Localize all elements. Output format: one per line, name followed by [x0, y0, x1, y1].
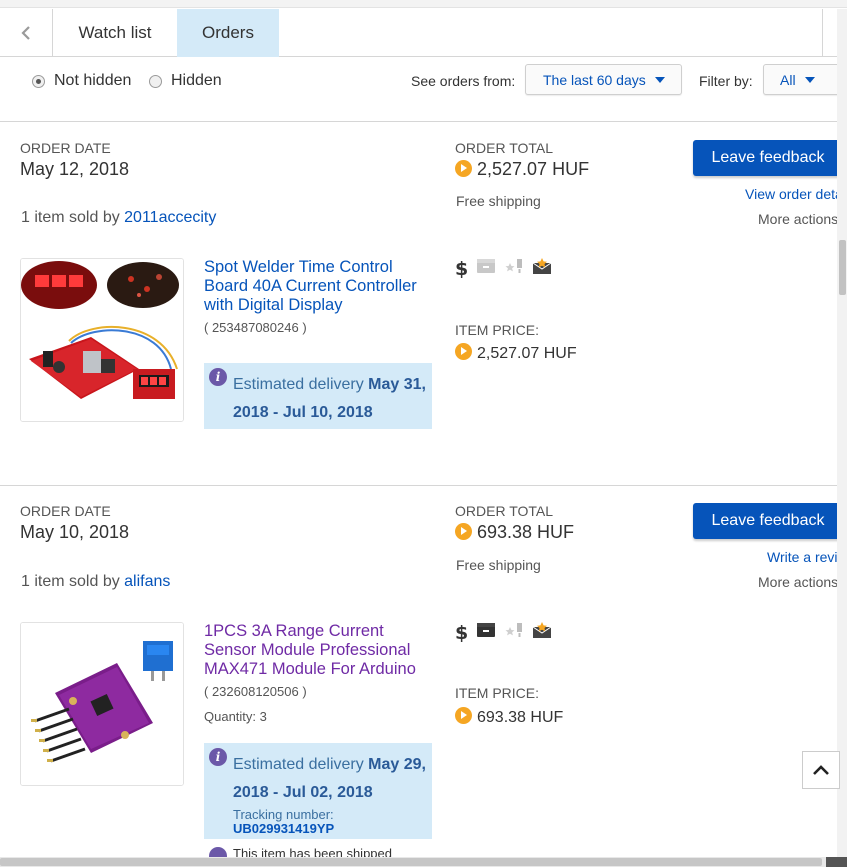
seller-link[interactable]: 2011accecity: [124, 209, 216, 226]
browser-top-strip: [0, 0, 847, 8]
item-title-link[interactable]: Spot Welder Time Control Board 40A Curre…: [204, 258, 436, 315]
info-icon: i: [209, 368, 227, 386]
chevron-up-icon: [813, 765, 829, 775]
estimated-delivery-box: i Estimated delivery May 31, 2018 - Jul …: [204, 363, 432, 429]
back-button[interactable]: [0, 9, 53, 57]
shipped-note: This item has been shipped: [204, 847, 432, 857]
sold-by-prefix: 1 item sold by: [21, 209, 125, 226]
filter-bar: Not hidden Hidden See orders from: The l…: [0, 60, 841, 122]
star-feedback-icon[interactable]: [504, 257, 524, 280]
order-card: ORDER DATE May 12, 2018 1 item sold by 2…: [0, 123, 843, 486]
scrollbar-corner: [826, 857, 847, 867]
spot-welder-board-image: [21, 259, 183, 421]
star-feedback-icon[interactable]: [504, 621, 524, 644]
horizontal-scroll-thumb[interactable]: [0, 858, 822, 866]
estimated-delivery-box: i Estimated delivery May 29, 2018 - Jul …: [204, 743, 432, 839]
package-icon[interactable]: [476, 258, 496, 279]
estimated-delivery-text: Estimated delivery May 29, 2018 - Jul 02…: [233, 751, 432, 807]
dollar-icon[interactable]: $: [455, 622, 468, 644]
current-sensor-module-image: [21, 623, 183, 785]
item-quantity: Quantity: 3: [204, 709, 267, 724]
radio-not-hidden[interactable]: Not hidden: [32, 72, 131, 90]
view-order-details-link[interactable]: View order deta: [745, 186, 843, 202]
leave-feedback-button[interactable]: Leave feedback: [693, 503, 843, 539]
estimated-delivery-prefix: Estimated delivery: [233, 756, 369, 773]
item-price-value: 2,527.07 HUF: [477, 345, 577, 362]
seller-link[interactable]: alifans: [124, 573, 170, 590]
vertical-scrollbar[interactable]: [837, 9, 847, 860]
filter-value: All: [780, 71, 796, 88]
tab-bar: Watch list Orders: [0, 9, 837, 57]
chevron-left-icon: [21, 26, 30, 40]
item-price: 2,527.07 HUF: [455, 343, 577, 363]
more-actions-link[interactable]: More actions: [758, 574, 838, 590]
radio-not-hidden-label: Not hidden: [54, 72, 132, 89]
order-total-label: ORDER TOTAL: [455, 140, 554, 156]
order-date: May 10, 2018: [20, 522, 130, 542]
tab-watch-list[interactable]: Watch list: [53, 9, 177, 57]
date-range-dropdown[interactable]: The last 60 days: [525, 64, 682, 95]
radio-hidden[interactable]: Hidden: [149, 72, 222, 90]
currency-coin-icon: [455, 523, 472, 540]
more-actions-link[interactable]: More actions: [758, 211, 838, 227]
radio-selected-icon: [32, 74, 45, 88]
shipping-info: Free shipping: [456, 557, 541, 573]
sold-by-prefix: 1 item sold by: [21, 573, 125, 590]
radio-hidden-label: Hidden: [171, 72, 222, 89]
item-number: ( 232608120506 ): [204, 684, 307, 699]
estimated-delivery-text: Estimated delivery May 31, 2018 - Jul 10…: [233, 371, 432, 427]
tab-orders[interactable]: Orders: [177, 9, 279, 57]
filter-by-label: Filter by:: [699, 73, 753, 89]
package-icon[interactable]: [476, 622, 496, 643]
order-date: May 12, 2018: [20, 159, 130, 179]
item-title-link[interactable]: 1PCS 3A Range Current Sensor Module Prof…: [204, 622, 436, 679]
item-price-label: ITEM PRICE:: [455, 322, 540, 338]
item-status-icons: $: [455, 257, 560, 280]
radio-unselected-icon: [149, 74, 162, 88]
envelope-icon[interactable]: [532, 257, 552, 280]
order-total-value: 693.38 HUF: [477, 522, 575, 542]
currency-coin-icon: [455, 160, 472, 177]
horizontal-scrollbar[interactable]: [0, 857, 847, 867]
shipping-info: Free shipping: [456, 193, 541, 209]
sold-by: 1 item sold by alifans: [21, 573, 170, 591]
order-total-label: ORDER TOTAL: [455, 503, 554, 519]
envelope-icon[interactable]: [532, 621, 552, 644]
currency-coin-icon: [455, 343, 472, 360]
info-icon: i: [209, 748, 227, 766]
filter-dropdown[interactable]: All: [763, 64, 841, 95]
item-price: 693.38 HUF: [455, 707, 563, 727]
caret-down-icon: [804, 76, 815, 83]
write-review-link[interactable]: Write a revi: [767, 549, 838, 565]
order-total-value: 2,527.07 HUF: [477, 159, 590, 179]
estimated-delivery-prefix: Estimated delivery: [233, 376, 369, 393]
item-price-value: 693.38 HUF: [477, 709, 564, 726]
dollar-icon[interactable]: $: [455, 258, 468, 280]
tracking-label: Tracking number:: [233, 807, 334, 822]
order-total: 693.38 HUF: [455, 522, 574, 543]
order-date-label: ORDER DATE: [20, 140, 111, 156]
vertical-scroll-thumb[interactable]: [839, 240, 846, 295]
item-number: ( 253487080246 ): [204, 320, 307, 335]
see-orders-from-label: See orders from:: [411, 73, 516, 89]
item-thumbnail[interactable]: [20, 622, 184, 786]
shipped-note-text: This item has been shipped: [233, 847, 392, 857]
date-range-value: The last 60 days: [543, 71, 646, 88]
item-price-label: ITEM PRICE:: [455, 685, 540, 701]
sold-by: 1 item sold by 2011accecity: [21, 209, 216, 227]
info-icon: [209, 847, 227, 857]
back-to-top-button[interactable]: [802, 751, 840, 789]
tracking-number-link[interactable]: UB029931419YP: [233, 821, 334, 836]
order-card: ORDER DATE May 10, 2018 1 item sold by a…: [0, 487, 843, 867]
order-total: 2,527.07 HUF: [455, 159, 589, 180]
item-status-icons: $: [455, 621, 560, 644]
currency-coin-icon: [455, 707, 472, 724]
order-date-label: ORDER DATE: [20, 503, 111, 519]
tab-divider: [822, 9, 823, 57]
caret-down-icon: [654, 76, 665, 83]
leave-feedback-button[interactable]: Leave feedback: [693, 140, 843, 176]
item-thumbnail[interactable]: [20, 258, 184, 422]
